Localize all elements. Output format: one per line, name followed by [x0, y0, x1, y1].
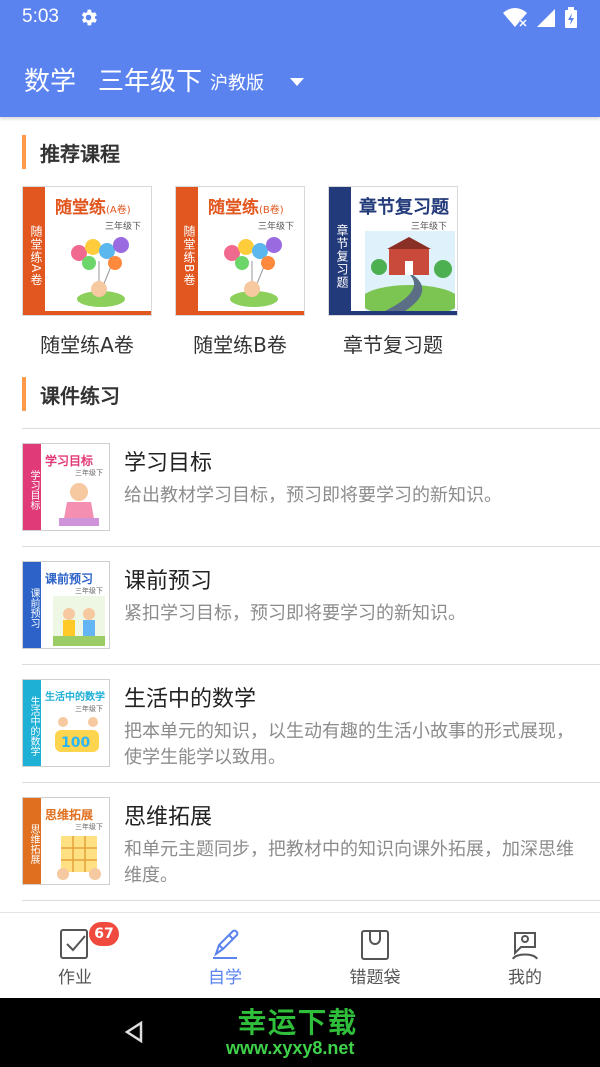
nav-label: 作业: [58, 968, 92, 988]
list-item-math-in-life[interactable]: 生活中的数学 生活中的数学 三年级下 100 生活中的数学 把本单元的知识，以生…: [22, 665, 600, 783]
item-thumbnail: 学习目标 学习目标 三年级下: [22, 443, 110, 531]
settings-gear-icon: [81, 9, 97, 26]
balloons-illustration-icon: [71, 237, 129, 307]
recommended-item[interactable]: 随堂练B卷 随堂练(B卷) 三年级下 随堂练B卷: [175, 186, 305, 357]
cover-side-strip: 随堂练A卷: [23, 187, 45, 315]
section-courseware: 课件练习: [22, 376, 120, 412]
section-accent-bar: [22, 377, 26, 411]
recommended-label: 章节复习题: [343, 333, 443, 357]
status-icons: [502, 6, 578, 30]
kids-playing-illustration-icon: [53, 596, 105, 646]
recommended-item[interactable]: 章节复习题 章节复习题 三年级下 章节复习题: [328, 186, 458, 357]
cover-title: 随堂练(B卷): [208, 198, 284, 218]
wifi-icon: [503, 8, 527, 27]
nav-label: 我的: [508, 968, 542, 988]
section-recommended: 推荐课程: [22, 134, 120, 170]
recommended-label: 随堂练B卷: [193, 333, 287, 357]
homework-count-badge: 67: [89, 922, 119, 946]
nav-self-study[interactable]: 自学: [150, 913, 300, 999]
thumb-grade: 三年级下: [75, 705, 103, 713]
bottom-navigation: 67 作业 自学 错题袋 我的: [0, 912, 600, 998]
nav-mistake-bag[interactable]: 错题袋: [300, 913, 450, 999]
course-cover[interactable]: 随堂练A卷 随堂练(A卷) 三年级下: [22, 186, 152, 316]
item-description: 和单元主题同步，把教材中的知识向课外拓展，加深思维维度。: [124, 839, 574, 886]
battery-icon: [565, 7, 577, 28]
recommended-label: 随堂练A卷: [40, 333, 134, 357]
status-bar: 5:03: [0, 0, 600, 35]
item-description: 紧扣学习目标，预习即将要学习的新知识。: [124, 603, 466, 624]
item-thumbnail: 生活中的数学 生活中的数学 三年级下 100: [22, 679, 110, 767]
watermark-title: 幸运下载: [238, 1006, 359, 1039]
back-triangle-icon[interactable]: [123, 1020, 145, 1044]
thumb-title: 思维拓展: [45, 808, 94, 822]
subject-selector[interactable]: 数学: [24, 61, 76, 98]
watermark-url: www.xyxy8.net: [226, 1038, 355, 1058]
cover-footer-bar: [176, 311, 304, 315]
item-thumbnail: 课前预习 课前预习 三年级下: [22, 561, 110, 649]
item-thumbnail: 思维拓展 思维拓展 三年级下: [22, 797, 110, 885]
item-title: 生活中的数学: [124, 687, 257, 712]
grade-selector[interactable]: 三年级下: [98, 61, 202, 98]
thumb-title: 课前预习: [45, 572, 94, 586]
cover-footer-bar: [23, 311, 151, 315]
recommended-item[interactable]: 随堂练A卷 随堂练(A卷) 三年级下 随堂练A卷: [22, 186, 152, 357]
thumb-grade: 三年级下: [75, 823, 103, 831]
reading-girl-illustration-icon: [59, 483, 99, 526]
cover-side-strip: 章节复习题: [329, 187, 351, 315]
pencil-icon: [213, 929, 239, 959]
thumb-grade: 三年级下: [75, 587, 103, 595]
list-item-preview[interactable]: 课前预习 课前预习 三年级下 课前预习 紧扣学习目标，预习即将要学习的新知识。: [22, 547, 600, 665]
nav-profile[interactable]: 我的: [450, 913, 600, 999]
item-title: 思维拓展: [124, 805, 213, 830]
balloons-illustration-icon: [224, 237, 282, 307]
cover-footer-bar: [329, 311, 457, 315]
list-item-thinking-extension[interactable]: 思维拓展 思维拓展 三年级下 思维拓展 和单元主题同步，把教材中的知识向课外拓展…: [22, 783, 600, 901]
svg-text:100: 100: [61, 735, 90, 751]
edition-label[interactable]: 沪教版: [210, 69, 264, 95]
system-navigation-bar: 幸运下载 www.xyxy8.net: [0, 998, 600, 1067]
nav-label: 自学: [208, 968, 242, 988]
section-accent-bar: [22, 135, 26, 169]
item-description: 把本单元的知识，以生动有趣的生活小故事的形式展现，使学生能学以致用。: [124, 721, 574, 768]
course-cover[interactable]: 随堂练B卷 随堂练(B卷) 三年级下: [175, 186, 305, 316]
list-item-learning-goals[interactable]: 学习目标 学习目标 三年级下 学习目标 给出教材学习目标，预习即将要学习的新知识…: [22, 429, 600, 547]
item-title: 学习目标: [124, 451, 213, 476]
status-time: 5:03: [22, 6, 59, 27]
item-description: 给出教材学习目标，预习即将要学习的新知识。: [124, 485, 502, 506]
signal-icon: [537, 9, 555, 27]
thumb-grade: 三年级下: [75, 469, 103, 477]
school-illustration-icon: [365, 231, 455, 311]
thumb-title: 学习目标: [45, 454, 94, 468]
course-cover[interactable]: 章节复习题 章节复习题 三年级下: [328, 186, 458, 316]
homework-icon: [60, 929, 88, 959]
dropdown-caret-icon[interactable]: [290, 78, 304, 86]
thumb-title: 生活中的数学: [45, 692, 105, 703]
nav-label: 错题袋: [349, 968, 401, 988]
nav-homework[interactable]: 67 作业: [0, 913, 150, 999]
thumb-side-strip: 生活中的数学: [23, 680, 41, 766]
cover-side-strip: 随堂练B卷: [176, 187, 198, 315]
puzzle-illustration-icon: [57, 836, 101, 880]
cover-title: 随堂练(A卷): [55, 198, 131, 218]
item-title: 课前预习: [124, 569, 213, 594]
app-bar: 数学 三年级下 沪教版: [0, 35, 600, 117]
thumb-side-strip: 课前预习: [23, 562, 41, 648]
section-title: 课件练习: [40, 383, 120, 408]
profile-icon: [512, 932, 538, 960]
cover-title: 章节复习题: [359, 197, 449, 218]
bag-icon: [361, 930, 389, 960]
section-title: 推荐课程: [40, 141, 120, 166]
thumb-side-strip: 学习目标: [23, 444, 41, 530]
thumb-side-strip: 思维拓展: [23, 798, 41, 884]
numbers-illustration-icon: 100: [55, 717, 99, 752]
courseware-list: 学习目标 学习目标 三年级下 学习目标 给出教材学习目标，预习即将要学习的新知识…: [22, 428, 600, 901]
